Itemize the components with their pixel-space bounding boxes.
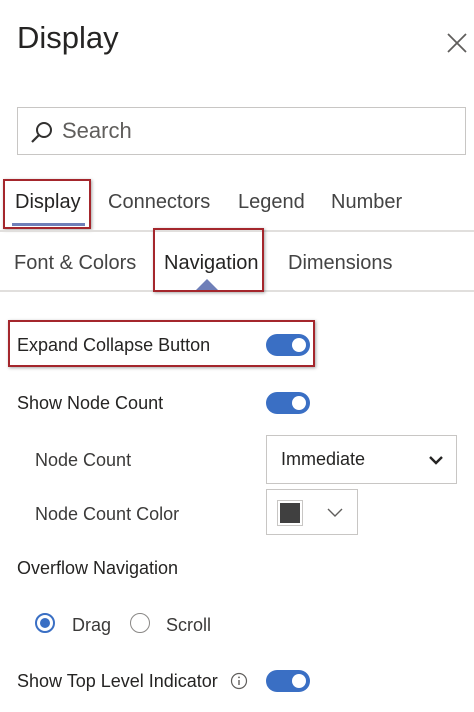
tabs-divider bbox=[0, 230, 474, 232]
show-top-level-indicator-label: Show Top Level Indicator bbox=[17, 671, 218, 691]
node-count-color-label: Node Count Color bbox=[35, 504, 180, 524]
panel-title: Display bbox=[17, 20, 119, 55]
tab-font-colors[interactable]: Font & Colors bbox=[14, 252, 136, 275]
subtabs-divider bbox=[0, 290, 474, 292]
toggle-knob bbox=[292, 674, 306, 688]
node-count-label: Node Count bbox=[35, 450, 132, 470]
radio-drag[interactable] bbox=[35, 613, 55, 633]
node-count-color-picker[interactable] bbox=[266, 489, 358, 535]
tab-display-underline bbox=[12, 223, 85, 226]
tab-number[interactable]: Number bbox=[331, 191, 402, 214]
toggle-knob bbox=[292, 338, 306, 352]
selected-tab-pointer bbox=[195, 279, 219, 291]
radio-drag-label[interactable]: Drag bbox=[72, 615, 111, 636]
close-icon bbox=[447, 33, 467, 53]
color-swatch bbox=[277, 500, 303, 526]
show-top-level-indicator-toggle[interactable] bbox=[266, 670, 310, 692]
node-count-value: Immediate bbox=[281, 449, 366, 469]
expand-collapse-label: Expand Collapse Button bbox=[17, 335, 211, 355]
show-node-count-label: Show Node Count bbox=[17, 393, 164, 413]
show-node-count-toggle[interactable] bbox=[266, 392, 310, 414]
tab-connectors[interactable]: Connectors bbox=[108, 191, 210, 214]
tab-display[interactable]: Display bbox=[15, 191, 81, 214]
info-icon[interactable] bbox=[230, 672, 248, 690]
radio-scroll[interactable] bbox=[130, 613, 150, 633]
color-swatch-fill bbox=[280, 503, 300, 523]
tab-navigation[interactable]: Navigation bbox=[164, 252, 259, 275]
toggle-knob bbox=[292, 396, 306, 410]
chevron-down-icon bbox=[327, 508, 343, 517]
search-icon bbox=[31, 122, 52, 143]
expand-collapse-toggle[interactable] bbox=[266, 334, 310, 356]
node-count-select[interactable]: Immediate bbox=[266, 435, 457, 484]
search-box[interactable] bbox=[17, 107, 466, 155]
radio-scroll-label[interactable]: Scroll bbox=[166, 615, 211, 636]
tab-legend[interactable]: Legend bbox=[238, 191, 305, 214]
search-input[interactable] bbox=[62, 108, 452, 154]
tab-dimensions[interactable]: Dimensions bbox=[288, 252, 392, 275]
close-button[interactable] bbox=[444, 30, 470, 56]
overflow-navigation-label: Overflow Navigation bbox=[17, 558, 179, 578]
chevron-down-icon bbox=[429, 456, 443, 465]
